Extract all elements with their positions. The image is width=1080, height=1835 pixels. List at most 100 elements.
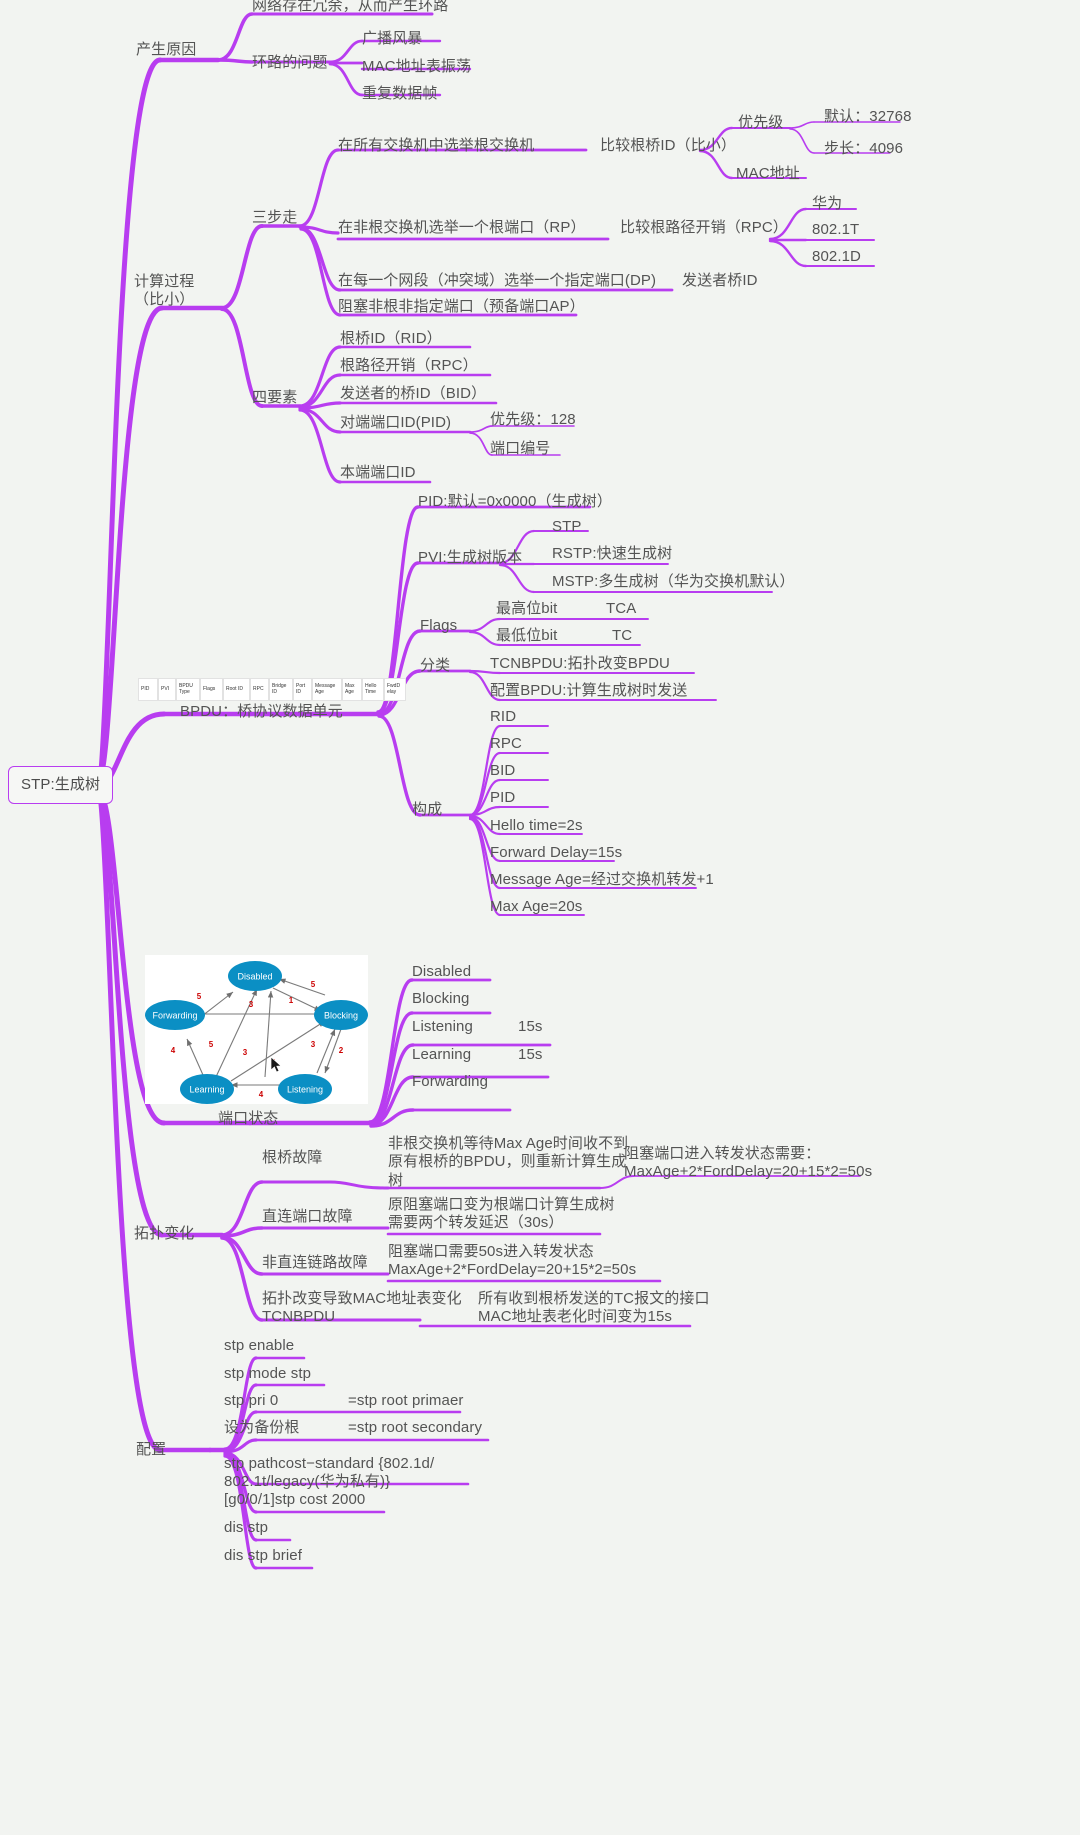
node-bpdu-composition[interactable]: 构成 bbox=[412, 801, 442, 819]
node-topochange-2-detail[interactable]: 阻塞端口需要50s进入转发状态 MaxAge+2*FordDelay=20+15… bbox=[388, 1243, 636, 1280]
node-priority[interactable]: 优先级 bbox=[738, 114, 783, 132]
node-element-0[interactable]: 根桥ID（RID） bbox=[340, 330, 442, 348]
mindmap-canvas: STP:生成树 产生原因 网络存在冗余，从而产生环路 环路的问题 广播风暴 MA… bbox=[0, 0, 1080, 1835]
node-branch6-label[interactable]: 配置 bbox=[136, 1441, 166, 1459]
node-config-1[interactable]: stp mode stp bbox=[224, 1365, 311, 1383]
node-flags-high-bit[interactable]: 最高位bit bbox=[496, 600, 557, 618]
bpdu-field-flags: Flags bbox=[200, 678, 223, 701]
node-mac-address[interactable]: MAC地址 bbox=[736, 165, 800, 183]
node-step-0-detail[interactable]: 比较根桥ID（比小） bbox=[600, 137, 736, 155]
node-config-2-detail[interactable]: =stp root primaer bbox=[348, 1392, 464, 1410]
node-config-7[interactable]: dis stp brief bbox=[224, 1547, 302, 1565]
node-portstate-0[interactable]: Disabled bbox=[412, 963, 471, 981]
node-pvi-mstp[interactable]: MSTP:多生成树（华为交换机默认） bbox=[552, 573, 795, 591]
node-group-four-elements[interactable]: 四要素 bbox=[252, 389, 297, 407]
bpdu-field-fwd-delay: FwdD elay bbox=[384, 678, 406, 701]
state-label-blocking: Blocking bbox=[324, 1011, 358, 1021]
node-comp-rpc[interactable]: RPC bbox=[490, 735, 522, 753]
node-branch5-label[interactable]: 拓扑变化 bbox=[134, 1225, 194, 1243]
node-element-2[interactable]: 发送者的桥ID（BID） bbox=[340, 385, 486, 403]
node-config-2[interactable]: stp pri 0 bbox=[224, 1392, 278, 1410]
node-portstate-3[interactable]: Learning bbox=[412, 1046, 471, 1064]
node-comp-hello-time[interactable]: Hello time=2s bbox=[490, 817, 583, 835]
node-group-three-steps[interactable]: 三步走 bbox=[252, 209, 297, 227]
node-step-2-detail[interactable]: 发送者桥ID bbox=[682, 272, 758, 290]
node-portstate-2[interactable]: Listening bbox=[412, 1018, 473, 1036]
node-flags-tc[interactable]: TC bbox=[612, 627, 632, 645]
node-config-5[interactable]: [g0/0/1]stp cost 2000 bbox=[224, 1491, 365, 1509]
node-element-4[interactable]: 本端端口ID bbox=[340, 464, 416, 482]
node-element-3[interactable]: 对端端口ID(PID) bbox=[340, 414, 451, 432]
node-config-0[interactable]: stp enable bbox=[224, 1337, 294, 1355]
node-pvi-rstp[interactable]: RSTP:快速生成树 bbox=[552, 545, 672, 563]
node-topochange-3-detail[interactable]: 所有收到根桥发送的TC报文的接口 MAC地址表老化时间变为15s bbox=[478, 1290, 710, 1327]
node-branch3-label[interactable]: BPDU：桥协议数据单元 bbox=[180, 703, 343, 721]
node-portstate-4[interactable]: Forwarding bbox=[412, 1073, 488, 1091]
state-label-learning: Learning bbox=[189, 1085, 224, 1095]
node-branch1-item-1[interactable]: 环路的问题 bbox=[252, 54, 328, 72]
node-topochange-2[interactable]: 非直连链路故障 bbox=[262, 1254, 368, 1272]
node-comp-forward-delay[interactable]: Forward Delay=15s bbox=[490, 844, 622, 862]
node-flags-tca[interactable]: TCA bbox=[606, 600, 636, 618]
node-topochange-0-sub[interactable]: 阻塞端口进入转发状态需要： MaxAge+2*FordDelay=20+15*2… bbox=[624, 1145, 872, 1182]
node-bpdu-pid[interactable]: PID:默认=0x0000（生成树） bbox=[418, 493, 612, 511]
port-state-diagram: Disabled Forwarding Blocking Learning Li… bbox=[145, 955, 368, 1104]
node-branch1-label[interactable]: 产生原因 bbox=[136, 41, 196, 59]
node-pid-number[interactable]: 端口编号 bbox=[490, 440, 550, 458]
node-branch2-label[interactable]: 计算过程 （比小） bbox=[134, 273, 194, 310]
svg-text:3: 3 bbox=[311, 1040, 316, 1049]
node-comp-message-age[interactable]: Message Age=经过交换机转发+1 bbox=[490, 871, 714, 889]
bpdu-field-max-age: Max Age bbox=[342, 678, 362, 701]
node-portstate-1[interactable]: Blocking bbox=[412, 990, 470, 1008]
node-comp-max-age[interactable]: Max Age=20s bbox=[490, 898, 582, 916]
node-flags-low-bit[interactable]: 最低位bit bbox=[496, 627, 557, 645]
bpdu-field-hello-time: Hello Time bbox=[362, 678, 384, 701]
node-rpc-standard-0[interactable]: 华为 bbox=[812, 195, 842, 213]
node-step-1[interactable]: 在非根交换机选举一个根端口（RP） bbox=[338, 219, 586, 237]
node-pid-priority[interactable]: 优先级：128 bbox=[490, 411, 576, 429]
node-portstate-3-time[interactable]: 15s bbox=[518, 1046, 543, 1064]
node-config-3[interactable]: 设为备份根 bbox=[224, 1419, 300, 1437]
node-topochange-0-detail[interactable]: 非根交换机等待Max Age时间收不到 原有根桥的BPDU，则重新计算生成 树 bbox=[388, 1135, 628, 1190]
node-config-4[interactable]: stp pathcost−standard {802.1d/ 802.1t/le… bbox=[224, 1455, 434, 1492]
node-loop-issue-2[interactable]: 重复数据帧 bbox=[362, 85, 438, 103]
svg-text:3: 3 bbox=[243, 1048, 248, 1057]
svg-text:1: 1 bbox=[289, 996, 294, 1005]
node-loop-issue-0[interactable]: 广播风暴 bbox=[362, 30, 422, 48]
node-portstate-2-time[interactable]: 15s bbox=[518, 1018, 543, 1036]
node-step-2[interactable]: 在每一个网段（冲突域）选举一个指定端口(DP) bbox=[338, 272, 656, 290]
node-loop-issue-1[interactable]: MAC地址表振荡 bbox=[362, 58, 471, 76]
node-branch4-label[interactable]: 端口状态 bbox=[218, 1110, 278, 1128]
node-topochange-3[interactable]: 拓扑改变导致MAC地址表变化 TCNBPDU bbox=[262, 1290, 462, 1327]
node-comp-bid[interactable]: BID bbox=[490, 762, 515, 780]
node-priority-step[interactable]: 步长：4096 bbox=[824, 140, 903, 158]
state-label-disabled: Disabled bbox=[237, 972, 272, 982]
node-pvi-stp[interactable]: STP bbox=[552, 518, 581, 536]
node-topochange-1[interactable]: 直连端口故障 bbox=[262, 1208, 353, 1226]
node-config-3-detail[interactable]: =stp root secondary bbox=[348, 1419, 482, 1437]
node-priority-default[interactable]: 默认：32768 bbox=[824, 108, 912, 126]
node-rpc-standard-1[interactable]: 802.1T bbox=[812, 221, 859, 239]
node-comp-rid[interactable]: RID bbox=[490, 708, 516, 726]
node-comp-pid[interactable]: PID bbox=[490, 789, 515, 807]
node-step-0[interactable]: 在所有交换机中选举根交换机 bbox=[338, 137, 534, 155]
node-topochange-1-detail[interactable]: 原阻塞端口变为根端口计算生成树 需要两个转发延迟（30s） bbox=[388, 1196, 615, 1233]
node-branch1-item-0[interactable]: 网络存在冗余，从而产生环路 bbox=[252, 0, 448, 15]
node-step-3[interactable]: 阻塞非根非指定端口（预备端口AP） bbox=[338, 298, 585, 316]
bpdu-field-port-id: Port ID bbox=[293, 678, 312, 701]
node-bpdu-flags[interactable]: Flags bbox=[420, 617, 457, 635]
svg-text:5: 5 bbox=[197, 992, 202, 1001]
node-bpdu-category[interactable]: 分类 bbox=[420, 657, 450, 675]
node-bpdu-pvi[interactable]: PVI:生成树版本 bbox=[418, 549, 522, 567]
bpdu-field-root-id: Root ID bbox=[223, 678, 250, 701]
node-rpc-standard-2[interactable]: 802.1D bbox=[812, 248, 861, 266]
bpdu-field-bpdu-type: BPDU Type bbox=[176, 678, 200, 701]
node-step-1-detail[interactable]: 比较根路径开销（RPC） bbox=[620, 219, 788, 237]
node-config-6[interactable]: dis stp bbox=[224, 1519, 268, 1537]
node-topochange-0[interactable]: 根桥故障 bbox=[262, 1149, 322, 1167]
node-category-tcnbpdu[interactable]: TCNBPDU:拓扑改变BPDU bbox=[490, 655, 670, 673]
svg-text:4: 4 bbox=[171, 1046, 176, 1055]
node-category-config-bpdu[interactable]: 配置BPDU:计算生成树时发送 bbox=[490, 682, 687, 700]
root-node[interactable]: STP:生成树 bbox=[8, 766, 114, 805]
node-element-1[interactable]: 根路径开销（RPC） bbox=[340, 357, 478, 375]
